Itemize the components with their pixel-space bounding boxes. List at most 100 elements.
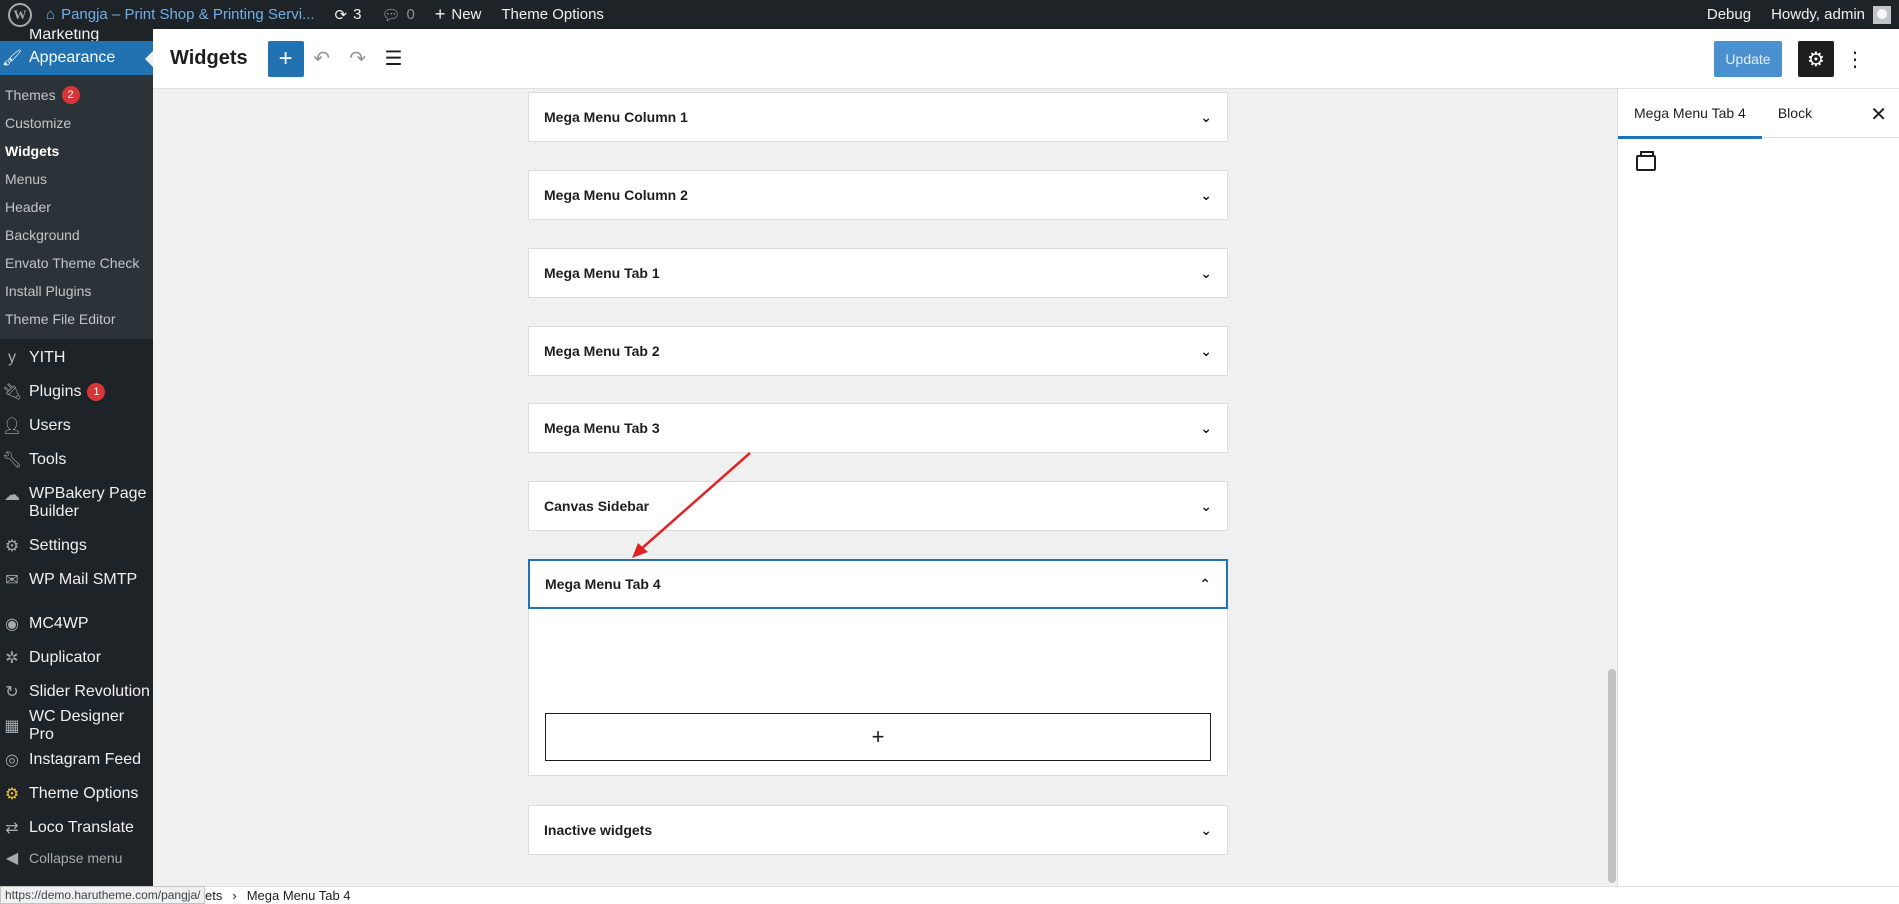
submenu-item-label: Themes (5, 87, 56, 103)
widget-area-icon (1636, 151, 1656, 171)
widget-area-title: Mega Menu Tab 4 (545, 576, 661, 592)
widgets-canvas: Mega Menu Column 1 ⌄ Mega Menu Column 2 … (153, 89, 1607, 886)
translate-icon: ⇄ (5, 820, 19, 837)
sidebar-item-marketing[interactable]: Marketing (0, 29, 153, 41)
widget-area-mega-menu-tab-1[interactable]: Mega Menu Tab 1 ⌄ (528, 248, 1228, 298)
submenu-item-envato-theme-check[interactable]: Envato Theme Check (0, 249, 153, 277)
sidebar-item-label: WC Designer Pro (28, 708, 125, 743)
sidebar-item-wp-mail-smtp[interactable]: ✉︎ WP Mail SMTP (0, 563, 153, 597)
sidebar-item-appearance[interactable]: 🖌︎ Appearance (0, 41, 153, 75)
instagram-icon: ◎ (5, 752, 19, 769)
plus-icon: + (434, 4, 446, 24)
submenu-item-menus[interactable]: Menus (0, 165, 153, 193)
gear-icon: ⚙︎ (1807, 48, 1825, 71)
widget-area-mega-menu-column-2[interactable]: Mega Menu Column 2 ⌄ (528, 170, 1228, 220)
submenu-item-themes[interactable]: Themes 2 (0, 81, 153, 109)
sidebar-item-loco-translate[interactable]: ⇄ Loco Translate (0, 811, 153, 845)
sidebar-item-label: Instagram Feed (29, 751, 142, 768)
sidebar-item-users[interactable]: 👤︎ Users (0, 409, 153, 443)
update-label: Update (1725, 51, 1771, 67)
add-block-appender[interactable]: + (545, 713, 1211, 761)
sidebar-item-label: Settings (29, 537, 87, 554)
tab-widget-area[interactable]: Mega Menu Tab 4 (1618, 89, 1762, 139)
paintbrush-icon: 🖌︎ (1, 50, 23, 67)
sidebar-item-theme-options[interactable]: ⚙︎ Theme Options (0, 777, 153, 811)
widget-area-body: + (528, 609, 1228, 776)
block-breadcrumb: ets › Mega Menu Tab 4 (153, 886, 1899, 904)
widget-area-canvas-sidebar[interactable]: Canvas Sidebar ⌄ (528, 481, 1228, 531)
updates-link[interactable]: ⟳ 3 (325, 0, 372, 29)
wordpress-logo-menu[interactable]: W (0, 0, 42, 29)
collapse-icon: ◀ (5, 850, 19, 867)
widget-area-mega-menu-tab-3[interactable]: Mega Menu Tab 3 ⌄ (528, 403, 1228, 453)
debug-label: Debug (1706, 6, 1752, 23)
widget-area-title: Mega Menu Tab 1 (544, 265, 660, 281)
list-view-button[interactable]: ☰ (376, 41, 412, 77)
admin-sidebar: Marketing 🖌︎ Appearance Themes 2 Customi… (0, 29, 153, 904)
widget-area-mega-menu-tab-4[interactable]: Mega Menu Tab 4 ⌃ (528, 559, 1228, 609)
add-block-button[interactable]: + (267, 40, 304, 77)
submenu-item-label: Customize (5, 115, 72, 131)
widget-area-mega-menu-column-1[interactable]: Mega Menu Column 1 ⌄ (528, 92, 1228, 142)
plugins-update-badge: 1 (87, 383, 106, 401)
chevron-down-icon: ⌄ (1200, 821, 1212, 838)
sidebar-item-plugins[interactable]: 🔌︎ Plugins 1 (0, 375, 153, 409)
widget-area-mega-menu-tab-2[interactable]: Mega Menu Tab 2 ⌄ (528, 326, 1228, 376)
designer-icon: ▦ (4, 718, 20, 735)
close-icon: ✕ (1870, 104, 1887, 126)
appearance-submenu: Themes 2 Customize Widgets Menus Header … (0, 75, 153, 339)
sidebar-item-wc-designer-pro[interactable]: ▦ WC Designer Pro (0, 708, 153, 743)
wrench-icon: 🔧︎ (1, 452, 23, 469)
submenu-item-widgets[interactable]: Widgets (0, 137, 153, 165)
options-menu-button[interactable]: ⋮ (1843, 41, 1867, 77)
submenu-item-customize[interactable]: Customize (0, 109, 153, 137)
sidebar-item-tools[interactable]: 🔧︎ Tools (0, 443, 153, 477)
widget-area-title: Canvas Sidebar (544, 498, 650, 514)
theme-options-link[interactable]: Theme Options (491, 0, 614, 29)
widget-area-title: Inactive widgets (544, 822, 653, 838)
tab-block[interactable]: Block (1762, 89, 1828, 138)
sidebar-item-label: Loco Translate (29, 819, 134, 836)
users-icon: 👤︎ (1, 418, 23, 435)
settings-sidebar: Mega Menu Tab 4 Block ✕ (1617, 89, 1899, 886)
chevron-up-icon: ⌃ (1199, 575, 1211, 592)
sidebar-item-yith[interactable]: y YITH (0, 341, 153, 375)
widget-area-inactive-widgets[interactable]: Inactive widgets ⌄ (528, 805, 1228, 855)
debug-link[interactable]: Debug (1697, 0, 1761, 29)
collapse-menu-button[interactable]: ◀ Collapse menu (0, 845, 153, 871)
updates-icon: ⟳ (334, 6, 348, 24)
sidebar-item-mc4wp[interactable]: ◉ MC4WP (0, 607, 153, 641)
gear-icon: ⚙︎ (4, 786, 20, 803)
scrollbar-thumb[interactable] (1608, 669, 1616, 883)
sidebar-item-settings[interactable]: ⚙︎ Settings (0, 529, 153, 563)
slider-icon: ↻ (5, 684, 19, 701)
widget-area-title: Mega Menu Column 1 (544, 109, 688, 125)
new-content-link[interactable]: + New (425, 0, 492, 29)
breadcrumb-item-partial[interactable]: ets (205, 888, 222, 903)
comments-link[interactable]: 💬︎ 0 (371, 0, 424, 29)
account-menu[interactable]: Howdy, admin (1761, 0, 1899, 29)
widget-area-title: Mega Menu Tab 3 (544, 420, 660, 436)
more-vertical-icon: ⋮ (1845, 48, 1865, 71)
submenu-item-background[interactable]: Background (0, 221, 153, 249)
sidebar-tabs: Mega Menu Tab 4 Block ✕ (1618, 89, 1899, 139)
plugin-icon: 🔌︎ (1, 384, 23, 401)
sidebar-item-label: Plugins (29, 383, 82, 400)
close-sidebar-button[interactable]: ✕ (1870, 102, 1887, 127)
undo-button[interactable]: ↶ (304, 41, 340, 77)
submenu-item-theme-file-editor[interactable]: Theme File Editor (0, 305, 153, 333)
themes-update-badge: 2 (61, 86, 80, 104)
sidebar-item-instagram-feed[interactable]: ◎ Instagram Feed (0, 743, 153, 777)
tab-label: Mega Menu Tab 4 (1634, 105, 1746, 121)
redo-button[interactable]: ↷ (340, 41, 376, 77)
yith-icon: y (8, 349, 16, 366)
sidebar-item-slider-revolution[interactable]: ↻ Slider Revolution (0, 675, 153, 709)
sidebar-item-label: Marketing (29, 29, 100, 41)
update-button[interactable]: Update (1714, 41, 1782, 77)
submenu-item-header[interactable]: Header (0, 193, 153, 221)
sidebar-item-wpbakery[interactable]: ☁︎ WPBakery Page Builder (0, 477, 153, 529)
site-name-link[interactable]: ⌂ Pangja – Print Shop & Printing Servi..… (42, 0, 325, 29)
sidebar-item-duplicator[interactable]: ✲ Duplicator (0, 641, 153, 675)
settings-toggle-button[interactable]: ⚙︎ (1798, 41, 1834, 77)
submenu-item-install-plugins[interactable]: Install Plugins (0, 277, 153, 305)
